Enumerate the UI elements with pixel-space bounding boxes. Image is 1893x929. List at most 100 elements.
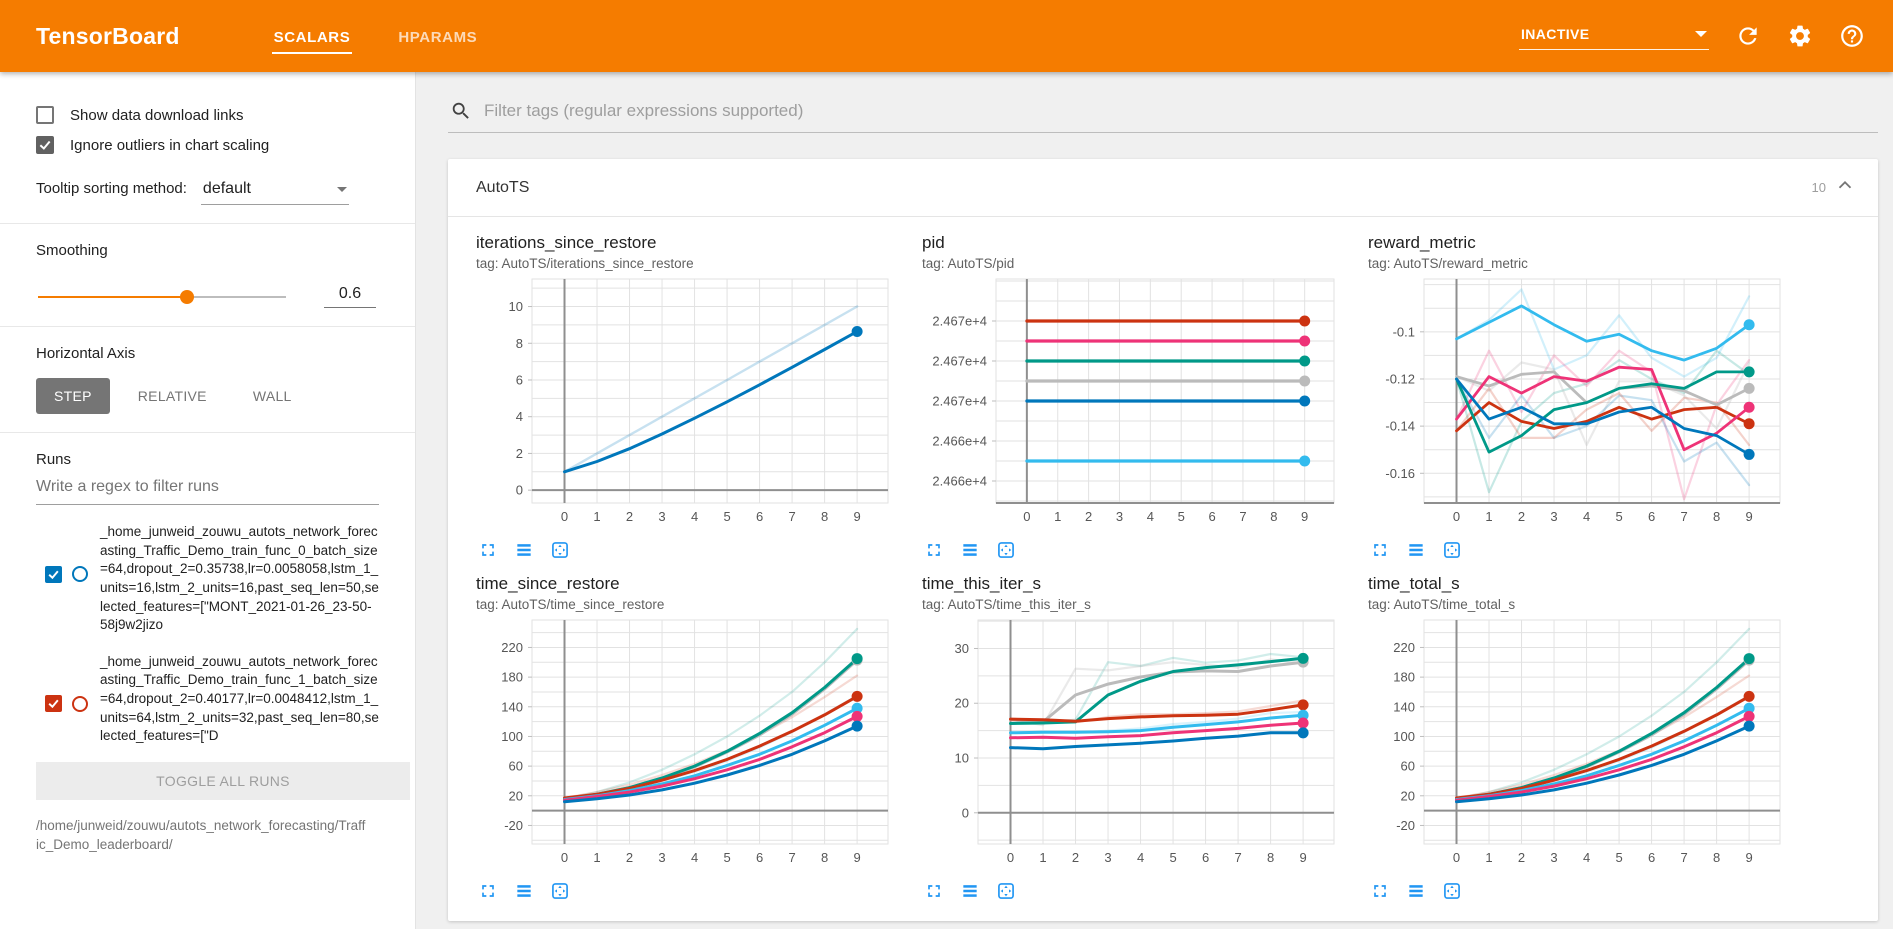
chevron-up-icon[interactable] [1834,174,1856,201]
fit-domain-icon[interactable] [996,540,1016,560]
svg-text:9: 9 [1745,850,1752,865]
run-checkbox[interactable] [45,695,62,712]
expand-chart-icon[interactable] [478,881,498,901]
svg-text:1: 1 [1485,850,1492,865]
toggle-all-runs-button[interactable]: TOGGLE ALL RUNS [36,762,410,800]
fit-domain-icon[interactable] [996,881,1016,901]
svg-text:8: 8 [821,509,828,524]
svg-text:7: 7 [1239,509,1246,524]
svg-text:8: 8 [516,336,523,351]
autots-card-header[interactable]: AutoTS 10 [448,159,1878,217]
run-data-table-icon[interactable] [1406,881,1426,901]
smoothing-value[interactable]: 0.6 [324,285,376,308]
autots-card: AutoTS 10 iterations_since_restore tag: … [448,159,1878,921]
svg-text:5: 5 [1615,509,1622,524]
svg-text:7: 7 [1680,850,1687,865]
svg-text:9: 9 [853,850,860,865]
run-data-table-icon[interactable] [960,540,980,560]
chart-title: iterations_since_restore [476,233,896,253]
expand-chart-icon[interactable] [478,540,498,560]
svg-text:7: 7 [788,850,795,865]
svg-text:9: 9 [1301,509,1308,524]
svg-text:8: 8 [1713,850,1720,865]
svg-text:8: 8 [821,850,828,865]
run-data-table-icon[interactable] [514,540,534,560]
tab-hparams[interactable]: HPARAMS [396,23,479,54]
svg-text:0: 0 [1007,850,1014,865]
svg-text:140: 140 [1393,699,1415,714]
chart-plot: -2020601001401802200123456789 [476,612,896,870]
svg-text:2.467e+4: 2.467e+4 [932,314,987,329]
checkbox-icon [36,136,54,154]
svg-text:4: 4 [516,409,523,424]
help-icon[interactable] [1839,23,1865,49]
svg-text:0: 0 [1453,509,1460,524]
smoothing-slider[interactable] [38,290,286,304]
show-download-links-checkbox[interactable]: Show data download links [36,106,379,124]
tooltip-sorting-dropdown[interactable]: default [201,180,349,205]
fit-domain-icon[interactable] [1442,540,1462,560]
svg-text:6: 6 [756,509,763,524]
svg-text:4: 4 [1583,509,1590,524]
sidebar: Show data download links Ignore outliers… [0,72,416,929]
chart-plot: 02468100123456789 [476,271,896,529]
svg-text:2.466e+4: 2.466e+4 [932,434,987,449]
status-dropdown[interactable]: INACTIVE [1519,22,1709,50]
svg-text:2: 2 [626,509,633,524]
svg-text:4: 4 [1147,509,1154,524]
chevron-down-icon [1695,31,1707,37]
run-data-table-icon[interactable] [514,881,534,901]
horizontal-axis-label: Horizontal Axis [36,345,379,362]
run-list-item: _home_junweid_zouwu_autots_network_forec… [36,523,379,635]
svg-text:220: 220 [1393,640,1415,655]
run-solo-radio[interactable] [72,696,88,712]
svg-text:100: 100 [501,729,523,744]
svg-text:9: 9 [1299,850,1306,865]
chart-tag: tag: AutoTS/time_since_restore [476,597,896,612]
expand-chart-icon[interactable] [1370,540,1390,560]
fit-domain-icon[interactable] [1442,881,1462,901]
run-data-table-icon[interactable] [1406,540,1426,560]
run-data-table-icon[interactable] [960,881,980,901]
svg-text:-20: -20 [1396,818,1415,833]
svg-text:20: 20 [955,696,969,711]
expand-chart-icon[interactable] [924,540,944,560]
runs-filter-input[interactable] [36,472,379,505]
axis-wall-button[interactable]: WALL [235,378,310,414]
fit-domain-icon[interactable] [550,540,570,560]
expand-chart-icon[interactable] [1370,881,1390,901]
axis-step-button[interactable]: STEP [36,378,110,414]
svg-text:5: 5 [723,850,730,865]
chart-toolbar [1368,540,1788,560]
svg-text:-0.16: -0.16 [1385,466,1415,481]
svg-text:1: 1 [593,509,600,524]
svg-text:100: 100 [1393,729,1415,744]
svg-text:7: 7 [1234,850,1241,865]
charts-grid: iterations_since_restore tag: AutoTS/ite… [448,217,1878,921]
tab-scalars[interactable]: SCALARS [272,23,353,54]
slider-thumb[interactable] [180,290,194,304]
svg-text:140: 140 [501,699,523,714]
svg-text:20: 20 [1401,788,1415,803]
svg-text:9: 9 [853,509,860,524]
chart-block: time_this_iter_s tag: AutoTS/time_this_i… [922,574,1342,901]
svg-text:8: 8 [1267,850,1274,865]
settings-gear-icon[interactable] [1787,23,1813,49]
ignore-outliers-checkbox[interactable]: Ignore outliers in chart scaling [36,136,379,154]
fit-domain-icon[interactable] [550,881,570,901]
svg-text:0: 0 [561,509,568,524]
tag-filter-input[interactable] [482,100,1874,122]
axis-relative-button[interactable]: RELATIVE [120,378,225,414]
svg-text:5: 5 [723,509,730,524]
svg-text:20: 20 [509,788,523,803]
svg-text:8: 8 [1713,509,1720,524]
svg-text:2: 2 [1085,509,1092,524]
run-checkbox[interactable] [45,566,62,583]
run-solo-radio[interactable] [72,566,88,582]
expand-chart-icon[interactable] [924,881,944,901]
refresh-icon[interactable] [1735,23,1761,49]
chart-block: time_since_restore tag: AutoTS/time_sinc… [476,574,896,901]
svg-text:4: 4 [1583,850,1590,865]
svg-text:2.467e+4: 2.467e+4 [932,354,987,369]
svg-text:6: 6 [1202,850,1209,865]
